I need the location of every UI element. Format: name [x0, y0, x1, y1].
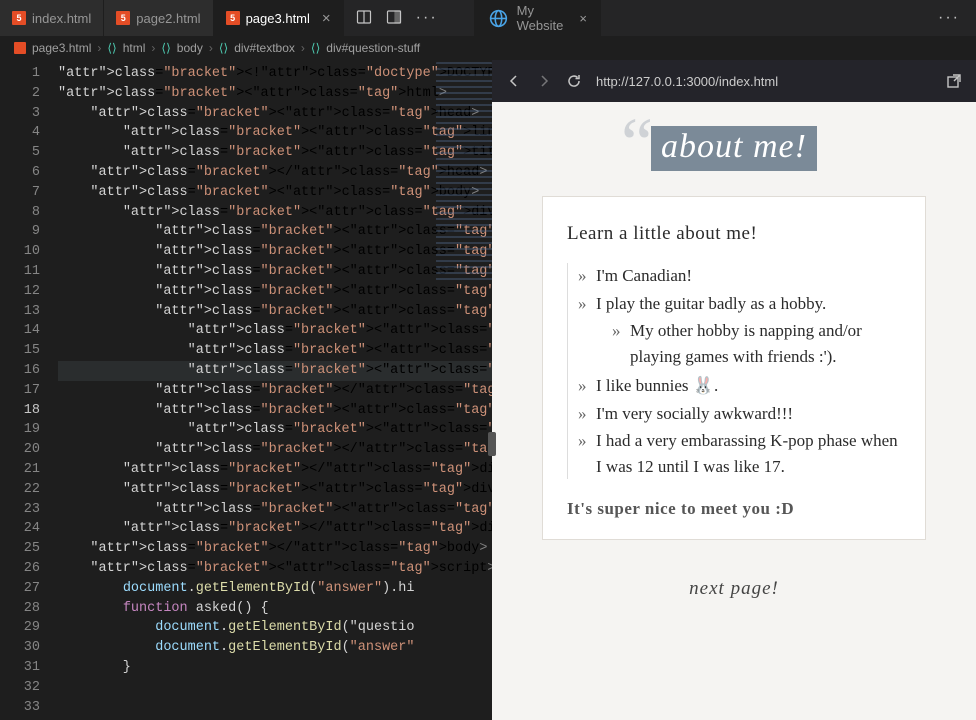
close-icon[interactable]: × — [579, 11, 587, 26]
page-hero: “ about me! — [651, 128, 817, 166]
close-icon[interactable]: × — [322, 10, 331, 27]
list-item-text: I play the guitar badly as a hobby. — [596, 294, 826, 313]
rendered-page: “ about me! Learn a little about me! I'm… — [492, 102, 976, 720]
reload-icon[interactable] — [566, 73, 582, 89]
breadcrumb: page3.html › ⟨⟩ html › ⟨⟩ body › ⟨⟩ div#… — [0, 36, 976, 60]
preview-panel: http://127.0.0.1:3000/index.html “ about… — [492, 60, 976, 720]
breadcrumb-seg[interactable]: div#question-stuff — [326, 41, 420, 55]
url-bar[interactable]: http://127.0.0.1:3000/index.html — [596, 74, 932, 89]
html-file-icon: 5 — [226, 11, 240, 25]
symbol-icon: ⟨⟩ — [219, 41, 228, 55]
html-file-icon — [14, 42, 26, 54]
tab-label: page3.html — [246, 11, 310, 26]
file-tab-page3[interactable]: 5 page3.html × — [214, 0, 344, 36]
globe-icon — [488, 8, 509, 29]
open-external-icon[interactable] — [946, 73, 962, 89]
forward-icon[interactable] — [536, 73, 552, 89]
code-area[interactable]: "attr">class="bracket"><!"attr">class="d… — [58, 60, 492, 720]
more-icon[interactable]: ··· — [416, 9, 438, 27]
line-number-gutter: 1234567891011121314151617181920212223242… — [0, 60, 58, 720]
breadcrumb-seg[interactable]: html — [123, 41, 146, 55]
symbol-icon: ⟨⟩ — [107, 41, 116, 55]
sub-list: My other hobby is napping and/or playing… — [596, 318, 901, 369]
symbol-icon: ⟨⟩ — [161, 41, 170, 55]
tab-bar: 5 index.html 5 page2.html 5 page3.html ×… — [0, 0, 976, 36]
list-item: I play the guitar badly as a hobby. My o… — [596, 291, 901, 370]
preview-tab[interactable]: My Website × — [474, 0, 601, 36]
symbol-icon: ⟨⟩ — [311, 41, 320, 55]
about-list: I'm Canadian! I play the guitar badly as… — [567, 263, 901, 479]
chevron-right-icon: › — [97, 41, 101, 55]
breadcrumb-file[interactable]: page3.html — [32, 41, 91, 55]
main-split: 1234567891011121314151617181920212223242… — [0, 60, 976, 720]
minimap[interactable] — [436, 62, 492, 282]
list-item: My other hobby is napping and/or playing… — [630, 318, 901, 369]
list-item: I'm Canadian! — [596, 263, 901, 289]
html-file-icon: 5 — [12, 11, 26, 25]
tab-label: index.html — [32, 11, 91, 26]
preview-toolbar: http://127.0.0.1:3000/index.html — [492, 60, 976, 102]
page-title: about me! — [651, 126, 817, 171]
editor-action-icons: ··· — [344, 9, 450, 27]
file-tab-page2[interactable]: 5 page2.html — [104, 0, 213, 36]
about-card: Learn a little about me! I'm Canadian! I… — [542, 196, 926, 540]
card-heading: Learn a little about me! — [567, 223, 901, 245]
preview-tab-label: My Website — [517, 3, 564, 33]
chevron-right-icon: › — [209, 41, 213, 55]
split-handle[interactable] — [488, 432, 496, 456]
tab-label: page2.html — [136, 11, 200, 26]
back-icon[interactable] — [506, 73, 522, 89]
card-footer: It's super nice to meet you :D — [567, 499, 901, 519]
layout-icon[interactable] — [386, 9, 402, 25]
breadcrumb-seg[interactable]: div#textbox — [234, 41, 295, 55]
split-right-icon[interactable] — [356, 9, 372, 25]
list-item: I'm very socially awkward!!! — [596, 401, 901, 427]
list-item: I had a very embarassing K-pop phase whe… — [596, 428, 901, 479]
next-page-link[interactable]: next page! — [689, 578, 779, 600]
quote-decoration: “ — [621, 102, 653, 185]
chevron-right-icon: › — [301, 41, 305, 55]
breadcrumb-seg[interactable]: body — [177, 41, 203, 55]
code-editor[interactable]: 1234567891011121314151617181920212223242… — [0, 60, 492, 720]
file-tab-index[interactable]: 5 index.html — [0, 0, 104, 36]
html-file-icon: 5 — [116, 11, 130, 25]
list-item: I like bunnies 🐰. — [596, 373, 901, 399]
more-icon[interactable]: ··· — [938, 9, 960, 27]
chevron-right-icon: › — [151, 41, 155, 55]
